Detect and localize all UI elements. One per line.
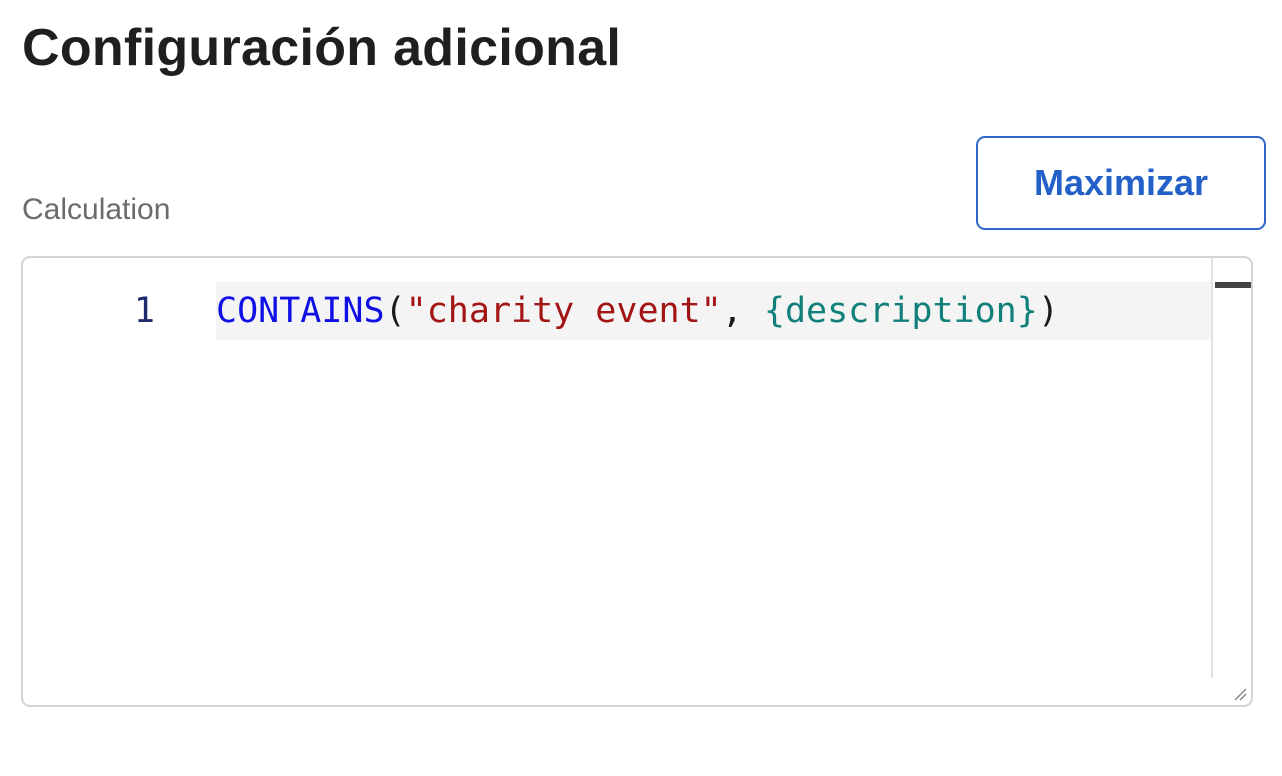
code-line[interactable]: 1 CONTAINS("charity event", {description… — [23, 282, 1211, 340]
open-paren-token: ( — [384, 291, 406, 331]
string-token: "charity event" — [405, 291, 722, 331]
close-paren-token: ) — [1037, 291, 1059, 331]
maximize-button[interactable]: Maximizar — [976, 136, 1266, 230]
calculation-code-editor[interactable]: 1 CONTAINS("charity event", {description… — [21, 256, 1253, 707]
resize-handle-icon[interactable] — [1231, 685, 1247, 701]
calculation-label: Calculation — [22, 193, 171, 226]
scrollbar-thumb[interactable] — [1215, 282, 1251, 288]
editor-scrollbar[interactable] — [1211, 258, 1251, 678]
function-token: CONTAINS — [216, 291, 385, 331]
comma-token: , — [721, 291, 764, 331]
additional-settings-panel: Configuración adicional Maximizar Calcul… — [0, 0, 1282, 776]
field-token: {description} — [763, 291, 1038, 331]
page-title: Configuración adicional — [22, 19, 622, 77]
line-number: 1 — [133, 291, 155, 331]
code-line-content[interactable]: CONTAINS("charity event", {description}) — [216, 282, 1211, 340]
